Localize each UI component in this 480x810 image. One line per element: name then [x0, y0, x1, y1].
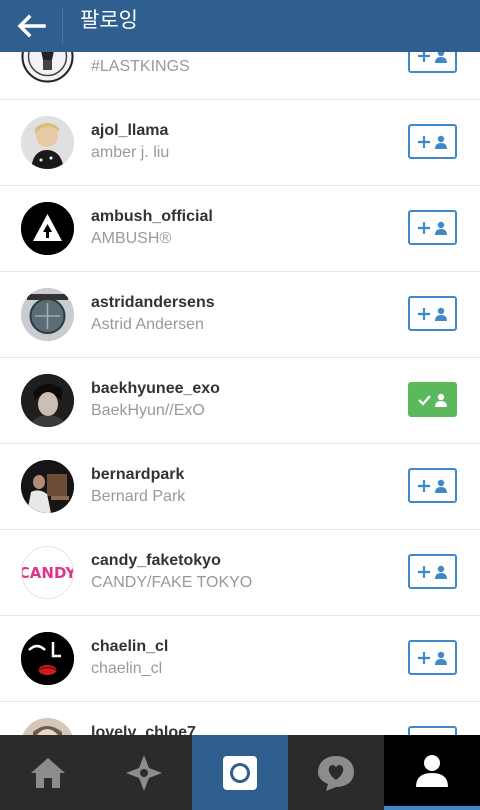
list-item[interactable]: lovely_chloe7: [0, 702, 480, 735]
full-name: AMBUSH®: [91, 230, 172, 247]
list-item[interactable]: CANDY candy_faketokyo CANDY/FAKE TOKYO: [0, 530, 480, 616]
list-item[interactable]: ambush_official AMBUSH®: [0, 186, 480, 272]
add-user-icon: [417, 651, 447, 665]
avatar[interactable]: [21, 288, 74, 341]
list-item[interactable]: chaelin_cl chaelin_cl: [0, 616, 480, 702]
username[interactable]: astridandersens: [91, 294, 215, 312]
nav-camera[interactable]: [192, 735, 288, 810]
nav-activity[interactable]: [288, 735, 384, 810]
follow-button[interactable]: [408, 296, 457, 331]
username[interactable]: candy_faketokyo: [91, 552, 221, 570]
home-icon: [31, 757, 65, 788]
add-user-icon: [417, 307, 447, 321]
full-name: BaekHyun//ExO: [91, 402, 205, 419]
follow-button[interactable]: [408, 726, 457, 735]
full-name: #LASTKINGS: [91, 58, 190, 75]
explore-icon: [126, 754, 162, 791]
nav-profile[interactable]: [384, 735, 480, 810]
add-user-icon: [417, 221, 447, 235]
full-name: Bernard Park: [91, 488, 186, 505]
list-item[interactable]: bernardpark Bernard Park: [0, 444, 480, 530]
bottom-nav: [0, 735, 480, 810]
username[interactable]: lovely_chloe7: [91, 724, 196, 735]
nav-explore[interactable]: [96, 735, 192, 810]
candy-logo-text: CANDY: [22, 564, 73, 582]
nav-home[interactable]: [0, 735, 96, 810]
add-user-icon: [417, 135, 447, 149]
avatar[interactable]: CANDY: [21, 546, 74, 599]
follow-button[interactable]: [408, 124, 457, 159]
username[interactable]: baekhyunee_exo: [91, 380, 220, 398]
check-user-icon: [417, 393, 447, 407]
list-item[interactable]: baekhyunee_exo BaekHyun//ExO: [0, 358, 480, 444]
app-header: 팔로잉: [0, 0, 480, 52]
add-user-icon: [417, 565, 447, 579]
follow-button[interactable]: [408, 640, 457, 675]
full-name: CANDY/FAKE TOKYO: [91, 574, 253, 591]
page-title: 팔로잉: [80, 8, 138, 32]
header-divider: [62, 8, 63, 44]
profile-icon: [416, 754, 448, 787]
back-arrow-icon: [17, 14, 46, 38]
back-button[interactable]: [0, 0, 62, 52]
follow-button[interactable]: [408, 554, 457, 589]
activity-icon: [318, 755, 354, 791]
add-user-icon: [417, 479, 447, 493]
full-name: chaelin_cl: [91, 660, 163, 677]
avatar[interactable]: [21, 202, 74, 255]
avatar[interactable]: [21, 374, 74, 427]
follow-button[interactable]: [408, 468, 457, 503]
following-list[interactable]: #LASTKINGS ajol_llama amber j. liu ambus…: [0, 0, 480, 735]
username[interactable]: bernardpark: [91, 466, 184, 484]
follow-button[interactable]: [408, 210, 457, 245]
avatar[interactable]: [21, 460, 74, 513]
avatar[interactable]: [21, 632, 74, 685]
full-name: amber j. liu: [91, 144, 170, 161]
list-item[interactable]: astridandersens Astrid Andersen: [0, 272, 480, 358]
avatar[interactable]: [21, 718, 74, 735]
camera-icon: [223, 755, 257, 790]
username[interactable]: ajol_llama: [91, 122, 168, 140]
full-name: Astrid Andersen: [91, 316, 204, 333]
list-item[interactable]: ajol_llama amber j. liu: [0, 100, 480, 186]
username[interactable]: chaelin_cl: [91, 638, 168, 656]
username[interactable]: ambush_official: [91, 208, 213, 226]
following-button[interactable]: [408, 382, 457, 417]
avatar[interactable]: [21, 116, 74, 169]
